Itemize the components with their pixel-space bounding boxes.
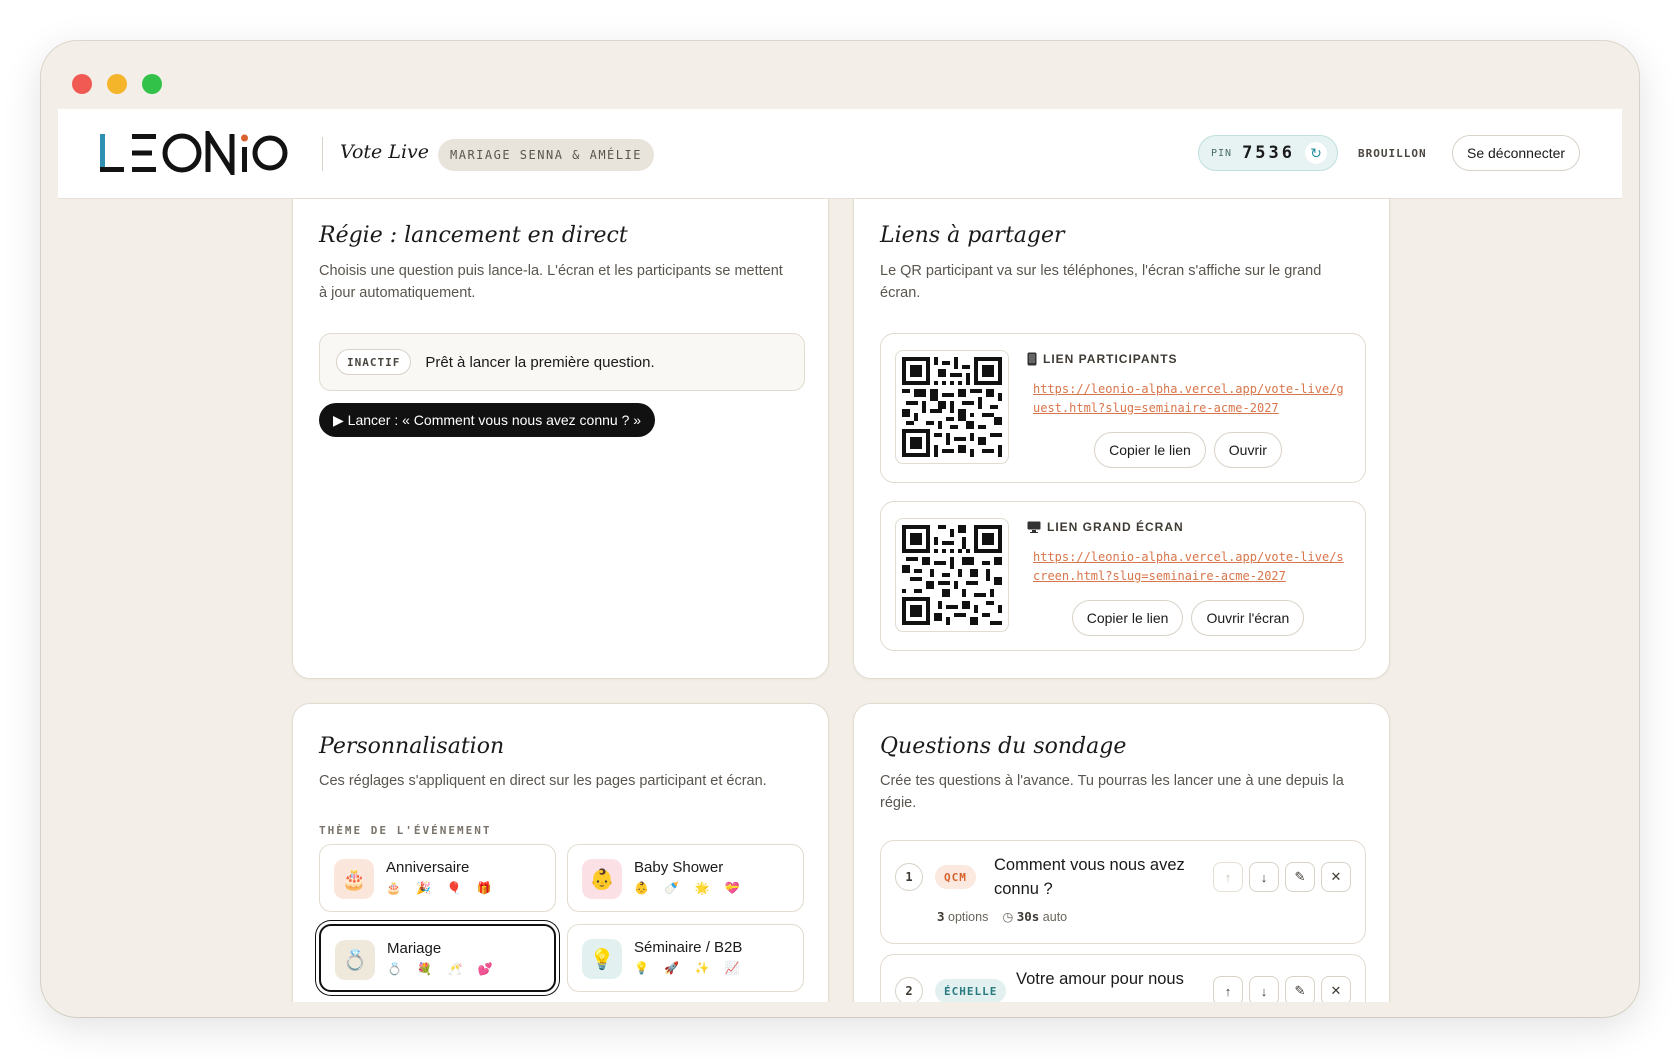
question-row[interactable]: 2 ÉCHELLE Votre amour pour nous ↑ ↓ ✎ ✕ [880,954,1366,1002]
edit-pencil-icon[interactable]: ✎ [1285,976,1315,1002]
regie-title: Régie : lancement en direct [319,223,628,248]
duration-value: 30s [1016,909,1040,924]
screen-link-actions: Copier le lien Ouvrir l'écran [1027,600,1349,636]
question-actions: ↑ ↓ ✎ ✕ [1213,862,1351,892]
status-label: BROUILLON [1358,147,1427,160]
participants-link-actions: Copier le lien Ouvrir [1027,432,1349,468]
participants-link-box: LIEN PARTICIPANTS https://leonio-alpha.v… [880,333,1366,483]
participants-link-url[interactable]: https://leonio-alpha.vercel.app/vote-liv… [1033,380,1345,418]
delete-x-icon[interactable]: ✕ [1321,862,1351,892]
product-name: Vote Live [340,141,430,163]
launch-question-button[interactable]: ▶ Lancer : « Comment vous nous avez conn… [319,403,656,437]
copy-screen-link-button[interactable]: Copier le lien [1071,600,1184,636]
clock-icon: ◷ [1002,910,1014,924]
theme-emojis: 🎂 🎉 🎈 🎁 [386,881,498,895]
app-window: Vote Live MARIAGE SENNA & AMÉLIE PIN 753… [41,41,1639,1017]
maximize-window-button[interactable] [142,74,162,94]
screen-link-title: LIEN GRAND ÉCRAN [1027,520,1184,534]
questions-card: Questions du sondage Crée tes questions … [853,703,1390,1002]
participants-link-title: LIEN PARTICIPANTS [1027,352,1178,366]
live-status-row: INACTIF Prêt à lancer la première questi… [319,333,805,391]
baby-icon: 👶 [582,859,622,899]
question-number: 1 [895,863,923,891]
screen-qr-icon [902,525,1002,625]
question-type-badge: ÉCHELLE [935,979,1007,1002]
questions-title: Questions du sondage [880,734,1127,759]
window-controls [72,74,162,94]
screen-link-title-text: LIEN GRAND ÉCRAN [1047,520,1184,534]
personalization-description: Ces réglages s'appliquent en direct sur … [319,773,767,789]
participants-qr-code [895,350,1009,464]
question-text: Comment vous nous avez connu ? [994,856,1185,898]
copy-participants-link-button[interactable]: Copier le lien [1094,432,1206,468]
screen-link-url[interactable]: https://leonio-alpha.vercel.app/vote-liv… [1033,548,1345,586]
lightbulb-icon: 💡 [582,939,622,979]
refresh-pin-icon[interactable]: ↻ [1305,142,1328,164]
participants-qr-icon [902,357,1002,457]
theme-emojis: 💡 🚀 ✨ 📈 [634,961,746,975]
question-meta: 3 options ◷ 30s auto [937,909,1067,924]
leonio-logo[interactable] [98,131,288,175]
theme-section-label: THÈME DE L'ÉVÉNEMENT [319,824,492,837]
event-name-badge: MARIAGE SENNA & AMÉLIE [438,139,654,171]
share-links-title: Liens à partager [880,223,1065,248]
question-options: 3 options [937,909,988,924]
theme-emojis: 💍 💐 🥂 💕 [387,962,499,976]
minimize-window-button[interactable] [107,74,127,94]
ring-icon: 💍 [335,940,375,980]
pin-display: PIN 7536 ↻ [1198,135,1339,171]
theme-name: Mariage [387,940,442,957]
move-down-icon[interactable]: ↓ [1249,976,1279,1002]
duration-mode: auto [1042,910,1068,924]
theme-option-mariage[interactable]: 💍 Mariage 💍 💐 🥂 💕 [319,924,556,992]
pin-label: PIN [1211,147,1233,159]
delete-x-icon[interactable]: ✕ [1321,976,1351,1002]
participants-link-title-text: LIEN PARTICIPANTS [1043,352,1178,366]
personalization-title: Personnalisation [319,734,505,759]
top-bar: Vote Live MARIAGE SENNA & AMÉLIE PIN 753… [58,109,1622,199]
question-row[interactable]: 1 QCM Comment vous nous avez connu ? ↑ ↓… [880,840,1366,944]
leonio-logo-mark [100,131,288,175]
phone-icon [1027,352,1037,366]
share-links-description: Le QR participant va sur les téléphones,… [880,263,1322,301]
question-text: Votre amour pour nous [1016,970,1184,988]
move-down-icon[interactable]: ↓ [1249,862,1279,892]
regie-card: Régie : lancement en direct Choisis une … [292,199,829,679]
move-up-icon[interactable]: ↑ [1213,976,1243,1002]
theme-option-seminaire[interactable]: 💡 Séminaire / B2B 💡 🚀 ✨ 📈 [567,924,804,992]
screen-qr-code [895,518,1009,632]
monitor-icon [1027,521,1041,533]
question-type-badge: QCM [935,865,976,889]
options-label: options [948,910,989,924]
edit-pencil-icon[interactable]: ✎ [1285,862,1315,892]
question-number: 2 [895,977,923,1002]
theme-option-anniversaire[interactable]: 🎂 Anniversaire 🎂 🎉 🎈 🎁 [319,844,556,912]
header-divider [322,137,323,171]
regie-description: Choisis une question puis lance-la. L'éc… [319,263,783,301]
theme-name: Séminaire / B2B [634,939,743,956]
question-duration: ◷ 30s auto [1002,909,1067,924]
live-state-text: Prêt à lancer la première question. [425,353,655,371]
open-participants-link-button[interactable]: Ouvrir [1213,432,1282,468]
options-count: 3 [937,909,945,924]
birthday-cake-icon: 🎂 [334,859,374,899]
theme-name: Anniversaire [386,859,470,876]
personalization-card: Personnalisation Ces réglages s'applique… [292,703,829,1002]
questions-description: Crée tes questions à l'avance. Tu pourra… [880,773,1344,811]
app-viewport: Vote Live MARIAGE SENNA & AMÉLIE PIN 753… [58,109,1622,1002]
theme-emojis: 👶 🍼 🌟 💝 [634,881,746,895]
theme-name: Baby Shower [634,859,724,876]
close-window-button[interactable] [72,74,92,94]
pin-value: 7536 [1242,143,1296,163]
live-state-badge: INACTIF [336,349,412,375]
screen-link-box: LIEN GRAND ÉCRAN https://leonio-alpha.ve… [880,501,1366,651]
theme-option-baby-shower[interactable]: 👶 Baby Shower 👶 🍼 🌟 💝 [567,844,804,912]
move-up-icon[interactable]: ↑ [1213,862,1243,892]
share-links-card: Liens à partager Le QR participant va su… [853,199,1390,679]
logout-button[interactable]: Se déconnecter [1452,135,1581,171]
open-screen-button[interactable]: Ouvrir l'écran [1191,600,1305,636]
question-actions: ↑ ↓ ✎ ✕ [1213,976,1351,1002]
